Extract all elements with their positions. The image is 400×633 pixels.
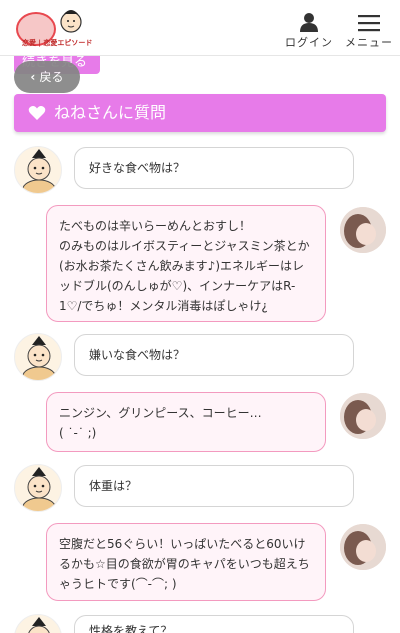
question-avatar: [14, 146, 62, 194]
logo-text: 恋愛 | 恋愛エピソード: [22, 39, 93, 47]
question-avatar: [14, 614, 62, 633]
answer-bubble: たべものは辛いらーめんとおすし！ のみものはルイボスティーとジャスミン茶とか(お…: [46, 205, 326, 322]
mascot-icon: [22, 467, 56, 511]
answer-line: 空腹だと56ぐらい！いっぱいたべると60いけるかも☆目の食欲が胃のキャパをいつも…: [59, 537, 310, 591]
answer-bubble: 空腹だと56ぐらい！いっぱいたべると60いけるかも☆目の食欲が胃のキャパをいつも…: [46, 523, 326, 601]
question-bubble: 好きな食べ物は？: [74, 147, 354, 189]
answer-avatar: [340, 207, 386, 253]
question-bubble: 嫌いな食べ物は？: [74, 334, 354, 376]
site-logo[interactable]: 恋愛 | 恋愛エピソード: [16, 8, 92, 50]
question-bubble: 体重は？: [74, 465, 354, 507]
answer-avatar: [340, 524, 386, 570]
question-avatar: [14, 464, 62, 512]
profile-photo-icon: [340, 393, 386, 439]
answer-line: たべものは辛いらーめんとおすし！: [59, 219, 252, 233]
mascot-icon: [22, 336, 56, 380]
banner-title: ねねさんに質問: [54, 103, 167, 122]
question-bubble: 性格を教えて？: [74, 615, 354, 633]
answer-bubble: ニンジン、グリンピース、コーヒー… ( ˙-˙ ;): [46, 392, 326, 452]
question-avatar: [14, 333, 62, 381]
answer-line: のみものはルイボスティーとジャスミン茶とか(お水お茶たくさん飲みます♪)エネルギ…: [59, 239, 310, 313]
profile-photo-icon: [340, 524, 386, 570]
heart-icon: [28, 106, 46, 120]
login-label: ログイン: [285, 36, 333, 49]
back-button[interactable]: ‹ 戻る: [14, 61, 80, 93]
question-banner: ねねさんに質問: [14, 94, 386, 132]
logo-character-icon: [60, 10, 82, 33]
answer-line: ( ˙-˙ ;): [59, 426, 97, 440]
menu-button[interactable]: メニュー: [344, 12, 394, 54]
user-icon: [300, 13, 318, 32]
menu-label: メニュー: [345, 36, 393, 49]
site-header: 恋愛 | 恋愛エピソード ログイン メニュー: [0, 0, 400, 56]
back-label: 戻る: [39, 70, 64, 84]
profile-photo-icon: [340, 207, 386, 253]
chevron-left-icon: ‹: [30, 70, 40, 84]
mascot-icon: [28, 617, 50, 633]
answer-avatar: [340, 393, 386, 439]
login-button[interactable]: ログイン: [282, 12, 336, 54]
answer-line: ニンジン、グリンピース、コーヒー…: [59, 406, 262, 420]
mascot-icon: [22, 149, 56, 193]
hamburger-menu-icon: [358, 15, 380, 32]
